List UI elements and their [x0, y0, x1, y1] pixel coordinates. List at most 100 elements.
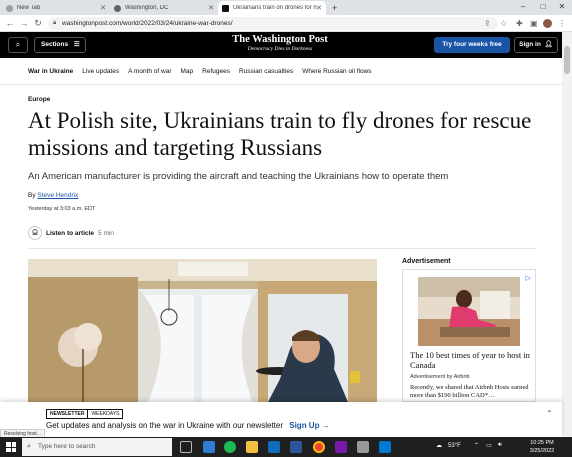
publish-timestamp: Yesterday at 3:03 a.m. EDT	[28, 206, 96, 212]
windows-start-icon[interactable]	[6, 442, 16, 452]
site-logo[interactable]: The Washington Post Democracy Dies in Da…	[220, 34, 340, 52]
ad-image	[418, 277, 520, 346]
search-icon: ⌕	[15, 40, 21, 49]
sign-in-button[interactable]: Sign in 👤︎	[514, 37, 558, 53]
minimize-icon[interactable]: –	[514, 0, 532, 14]
forward-arrow-icon[interactable]: →	[18, 17, 30, 30]
back-arrow-icon[interactable]: ←	[4, 17, 16, 30]
new-tab-button[interactable]: +	[328, 1, 342, 15]
newsletter-badge-label: NEWSLETTER	[50, 411, 85, 417]
listen-to-article-button[interactable]: 🎧︎ Listen to article 5 min	[28, 226, 114, 240]
edge-icon[interactable]	[203, 441, 215, 453]
chrome-taskbar-icon[interactable]	[313, 441, 325, 453]
subnav-item-russian-oil[interactable]: Where Russian oil flows	[302, 68, 371, 75]
ad-label: Advertisement	[402, 258, 451, 265]
window-close-icon[interactable]: ✕	[553, 0, 571, 14]
sidebar-icon[interactable]: ▣	[530, 18, 538, 29]
clock-date: 3/25/2022	[529, 448, 555, 454]
tab-label: Washington, DC	[125, 5, 169, 11]
logo-tagline: Democracy Dies in Darkness	[247, 46, 313, 52]
ad-card[interactable]: ▷ The 10 best times of year to host in C…	[402, 269, 536, 402]
taskbar-search-placeholder: Type here to search	[38, 443, 96, 450]
tab-article[interactable]: Ukrainians train on drones for n ✕	[218, 1, 326, 15]
subnav-item-map[interactable]: Map	[181, 68, 194, 75]
taskbar-clock[interactable]: 10:25 PM 3/25/2022	[520, 439, 564, 455]
logo-name: The Washington Post	[232, 34, 328, 45]
word-icon[interactable]	[290, 441, 302, 453]
task-view-icon[interactable]	[180, 441, 192, 453]
divider	[28, 248, 536, 249]
byline-prefix: By	[28, 192, 36, 199]
weather-temperature[interactable]: 53°F	[448, 443, 461, 449]
network-icon[interactable]: ▭	[486, 442, 492, 449]
newsletter-signup-link[interactable]: Sign Up →	[289, 421, 329, 430]
subnav-item-russian-casualties[interactable]: Russian casualties	[239, 68, 293, 75]
profile-avatar[interactable]	[543, 19, 552, 28]
ad-choices-icon[interactable]: ▷	[526, 274, 531, 282]
globe-icon	[114, 4, 121, 12]
hamburger-icon: ☰	[73, 41, 80, 48]
mail-icon[interactable]	[268, 441, 280, 453]
reload-icon[interactable]: ↻	[32, 17, 44, 30]
todo-check-icon[interactable]	[379, 441, 391, 453]
ad-sponsor: Advertisement by Airbnb	[410, 374, 470, 380]
lock-icon: 🔒︎	[53, 20, 57, 26]
bookmark-star-icon[interactable]: ☆	[500, 18, 507, 29]
maximize-icon[interactable]: □	[534, 0, 552, 14]
divider	[0, 84, 562, 85]
spotify-icon[interactable]	[224, 441, 236, 453]
sections-label: Sections	[41, 41, 69, 48]
chrome-icon	[6, 4, 13, 12]
article-headline: At Polish site, Ukrainians train to fly …	[28, 108, 532, 160]
weather-cloud-icon[interactable]: ☁︎	[436, 442, 442, 449]
newsletter-frequency: WEEKDAYS	[87, 410, 123, 418]
sections-button[interactable]: Sections ☰	[34, 37, 86, 53]
tab-label: Ukrainians train on drones for n	[233, 5, 317, 11]
byline: By Steve Hendrix	[28, 192, 78, 199]
subnav-item-month-of-war[interactable]: A month of war	[128, 68, 171, 75]
url-text: washingtonpost.com/world/2022/03/24/ukra…	[62, 20, 233, 27]
search-button[interactable]: ⌕	[8, 37, 28, 53]
close-icon[interactable]: ✕	[100, 4, 106, 12]
listen-label: Listen to article	[46, 229, 95, 237]
volume-icon[interactable]: 🔊︎	[498, 442, 502, 449]
browser-tab-strip: New Tab ✕ Washington, DC ✕ Ukrainians tr…	[0, 0, 572, 15]
subnav-item-war-in-ukraine[interactable]: War in Ukraine	[28, 68, 73, 75]
tray-chevron-icon[interactable]: ⌃	[474, 442, 479, 449]
subnav-item-refugees[interactable]: Refugees	[202, 68, 230, 75]
tab-label: New Tab	[17, 5, 41, 11]
ad-title[interactable]: The 10 best times of year to host in Can…	[410, 350, 534, 370]
app-icon[interactable]	[357, 441, 369, 453]
article-lead-photo	[28, 259, 377, 402]
site-header: ⌕ Sections ☰ The Washington Post Democra…	[0, 32, 562, 58]
ad-body: Recently, we shared that Airbnb Hosts ea…	[410, 384, 529, 399]
address-bar[interactable]: 🔒︎ washingtonpost.com/world/2022/03/24/u…	[48, 17, 498, 30]
wapo-favicon-icon	[222, 4, 229, 12]
newsletter-banner: NEWSLETTER WEEKDAYS Get updates and anal…	[0, 402, 562, 437]
newsletter-text: Get updates and analysis on the war in U…	[46, 421, 284, 430]
extensions-icon[interactable]: ✚	[516, 18, 523, 29]
close-icon[interactable]: ✕	[208, 4, 214, 12]
menu-kebab-icon[interactable]: ⋮	[558, 18, 566, 29]
subscribe-button[interactable]: Try four weeks free	[434, 37, 510, 53]
windows-taskbar: ⌕ Type here to search ☁︎ 53°F ⌃ ▭ 🔊︎ 10:…	[0, 437, 572, 457]
subnav-item-live-updates[interactable]: Live updates	[82, 68, 119, 75]
listen-duration: 5 min	[98, 229, 114, 237]
onenote-icon[interactable]	[335, 441, 347, 453]
file-explorer-icon[interactable]	[246, 441, 258, 453]
author-link[interactable]: Steve Hendrix	[37, 192, 78, 199]
share-icon[interactable]: ⇪	[484, 18, 491, 29]
collapse-chevron-icon[interactable]: ⌃	[546, 409, 553, 418]
tab-new-tab[interactable]: New Tab ✕	[2, 1, 110, 15]
page-scrollbar[interactable]	[562, 32, 572, 437]
headphones-icon: 🎧︎	[28, 226, 42, 240]
close-icon[interactable]: ✕	[316, 4, 322, 12]
article-kicker[interactable]: Europe	[28, 96, 50, 103]
user-icon: 👤︎	[544, 41, 553, 48]
taskbar-search-box[interactable]: ⌕ Type here to search	[22, 438, 172, 456]
drone-training-photo	[28, 259, 377, 402]
scrollbar-thumb[interactable]	[564, 46, 570, 74]
search-icon: ⌕	[27, 443, 31, 450]
article-dek: An American manufacturer is providing th…	[28, 171, 449, 182]
tab-washington-dc[interactable]: Washington, DC ✕	[110, 1, 218, 15]
